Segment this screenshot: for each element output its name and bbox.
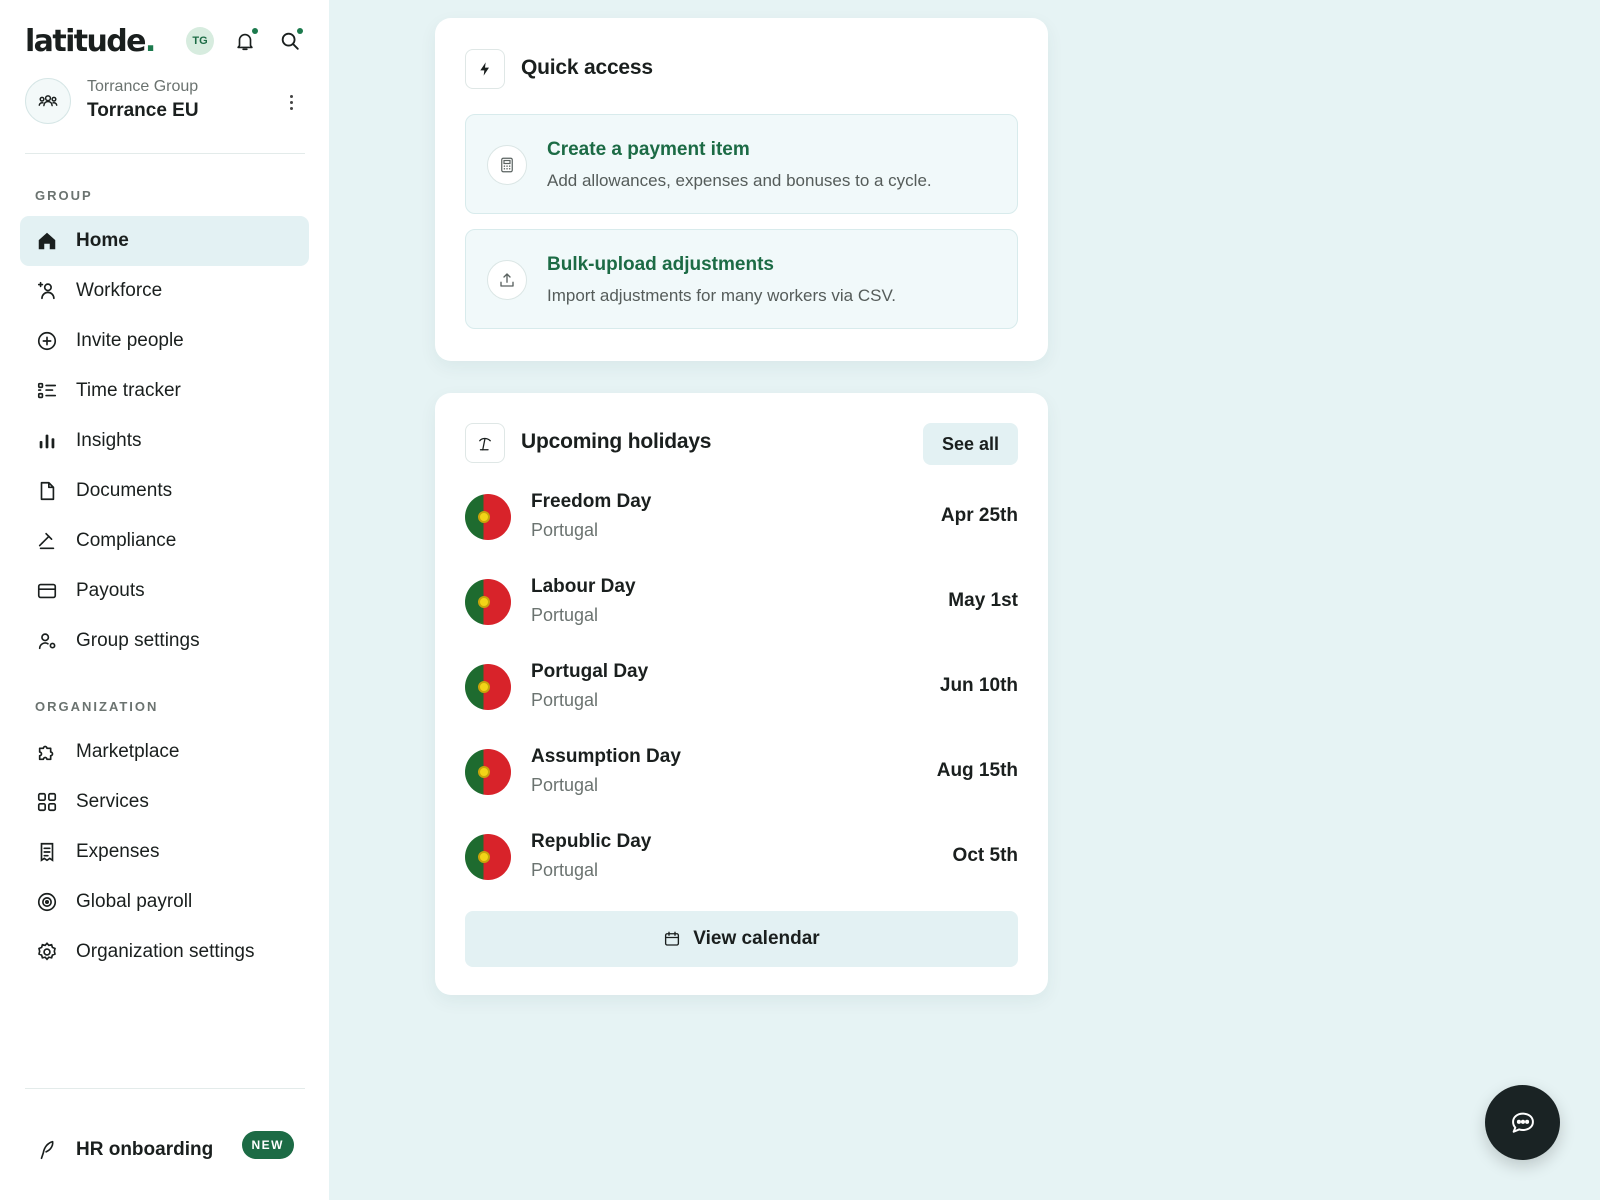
home-icon bbox=[36, 230, 58, 252]
calculator-icon bbox=[487, 145, 527, 185]
sidebar-item-global-payroll[interactable]: Global payroll bbox=[20, 877, 309, 927]
holiday-date: Jun 10th bbox=[939, 675, 1018, 696]
portugal-flag-icon bbox=[465, 749, 511, 795]
upcoming-holidays-title: Upcoming holidays bbox=[521, 430, 712, 453]
org-parent-name: Torrance Group bbox=[87, 78, 199, 95]
sidebar-item-services[interactable]: Services bbox=[20, 777, 309, 827]
puzzle-icon bbox=[36, 741, 58, 763]
search-button[interactable] bbox=[276, 27, 304, 55]
view-calendar-button[interactable]: View calendar bbox=[465, 911, 1018, 967]
sidebar-item-documents[interactable]: Documents bbox=[20, 466, 309, 516]
bulk-upload-description: Import adjustments for many workers via … bbox=[547, 286, 896, 305]
sidebar-item-organization-settings[interactable]: Organization settings bbox=[20, 927, 309, 977]
holiday-row[interactable]: Freedom Day Portugal Apr 25th bbox=[465, 487, 1018, 547]
sidebar-item-payouts[interactable]: Payouts bbox=[20, 566, 309, 616]
latitude-logo[interactable]: latitude. bbox=[25, 24, 156, 59]
search-dot bbox=[297, 28, 303, 34]
holiday-row[interactable]: Portugal Day Portugal Jun 10th bbox=[465, 657, 1018, 717]
checklist-icon bbox=[36, 380, 58, 402]
divider bbox=[25, 153, 305, 154]
create-payment-item-description: Add allowances, expenses and bonuses to … bbox=[547, 171, 932, 190]
create-payment-item-title: Create a payment item bbox=[547, 139, 750, 160]
beach-umbrella-icon bbox=[465, 423, 505, 463]
calendar-icon bbox=[665, 931, 680, 946]
sidebar-item-insights[interactable]: Insights bbox=[20, 416, 309, 466]
gavel-icon bbox=[36, 530, 58, 552]
holiday-date: Apr 25th bbox=[940, 505, 1018, 526]
card-icon bbox=[36, 580, 58, 602]
holiday-row[interactable]: Assumption Day Portugal Aug 15th bbox=[465, 742, 1018, 802]
group-section-label: GROUP bbox=[35, 188, 93, 203]
document-icon bbox=[36, 480, 58, 502]
sidebar: latitude. TG Torrance Group Torrance EU … bbox=[0, 0, 329, 1200]
holiday-country: Portugal bbox=[531, 605, 599, 625]
organization-section-label: ORGANIZATION bbox=[35, 699, 159, 714]
holiday-row[interactable]: Labour Day Portugal May 1st bbox=[465, 572, 1018, 632]
divider bbox=[25, 1088, 305, 1089]
sidebar-item-time-tracker[interactable]: Time tracker bbox=[20, 366, 309, 416]
quick-access-title: Quick access bbox=[521, 56, 653, 79]
sidebar-item-hr-onboarding[interactable]: HR onboarding NEW bbox=[20, 1130, 309, 1170]
upcoming-holidays-card: Upcoming holidays See all Freedom Day Po… bbox=[435, 393, 1048, 995]
lightning-icon bbox=[465, 49, 505, 89]
more-options-icon[interactable] bbox=[283, 90, 299, 114]
sidebar-item-expenses[interactable]: Expenses bbox=[20, 827, 309, 877]
chat-bubble-icon bbox=[1511, 1112, 1534, 1133]
org-avatar bbox=[25, 78, 71, 124]
grid-icon bbox=[36, 791, 58, 813]
create-payment-item-link[interactable]: Create a payment item Add allowances, ex… bbox=[465, 114, 1018, 214]
receipt-icon bbox=[36, 841, 58, 863]
holiday-name: Assumption Day bbox=[531, 746, 681, 767]
holiday-country: Portugal bbox=[531, 520, 599, 540]
holiday-date: Aug 15th bbox=[936, 760, 1018, 781]
sidebar-item-compliance[interactable]: Compliance bbox=[20, 516, 309, 566]
portugal-flag-icon bbox=[465, 834, 511, 880]
holiday-name: Republic Day bbox=[531, 831, 652, 852]
sidebar-item-invite-people[interactable]: Invite people bbox=[20, 316, 309, 366]
org-name: Torrance EU bbox=[87, 100, 199, 121]
bulk-upload-adjustments-link[interactable]: Bulk-upload adjustments Import adjustmen… bbox=[465, 229, 1018, 329]
plus-circle-icon bbox=[36, 330, 58, 352]
user-avatar[interactable]: TG bbox=[186, 27, 214, 55]
holiday-date: Oct 5th bbox=[952, 845, 1018, 866]
sidebar-item-marketplace[interactable]: Marketplace bbox=[20, 727, 309, 777]
group-icon bbox=[38, 95, 58, 107]
target-icon bbox=[36, 891, 58, 913]
quick-access-header: Quick access bbox=[465, 49, 1018, 89]
org-switcher[interactable]: Torrance Group Torrance EU bbox=[25, 78, 305, 126]
holiday-name: Portugal Day bbox=[531, 661, 649, 682]
holiday-country: Portugal bbox=[531, 775, 599, 795]
sidebar-item-home[interactable]: Home bbox=[20, 216, 309, 266]
see-all-button[interactable]: See all bbox=[923, 423, 1018, 465]
brand-row: latitude. TG bbox=[25, 22, 305, 62]
chat-button[interactable] bbox=[1485, 1085, 1560, 1160]
holiday-date: May 1st bbox=[948, 590, 1018, 611]
workforce-icon bbox=[36, 280, 58, 302]
gear-icon bbox=[36, 941, 58, 963]
user-settings-icon bbox=[36, 630, 58, 652]
bulk-upload-title: Bulk-upload adjustments bbox=[547, 254, 774, 275]
holiday-country: Portugal bbox=[531, 690, 599, 710]
quick-access-card: Quick access Create a payment item Add a… bbox=[435, 18, 1048, 361]
holiday-country: Portugal bbox=[531, 860, 599, 880]
portugal-flag-icon bbox=[465, 494, 511, 540]
portugal-flag-icon bbox=[465, 664, 511, 710]
holiday-name: Labour Day bbox=[531, 576, 636, 597]
upload-icon bbox=[487, 260, 527, 300]
notifications-button[interactable] bbox=[231, 27, 259, 55]
bar-chart-icon bbox=[36, 430, 58, 452]
portugal-flag-icon bbox=[465, 579, 511, 625]
feather-icon bbox=[36, 1139, 58, 1161]
notification-dot bbox=[252, 28, 258, 34]
new-badge: NEW bbox=[241, 1131, 294, 1159]
holiday-row[interactable]: Republic Day Portugal Oct 5th bbox=[465, 827, 1018, 887]
holiday-name: Freedom Day bbox=[531, 491, 652, 512]
sidebar-item-workforce[interactable]: Workforce bbox=[20, 266, 309, 316]
sidebar-item-group-settings[interactable]: Group settings bbox=[20, 616, 309, 666]
